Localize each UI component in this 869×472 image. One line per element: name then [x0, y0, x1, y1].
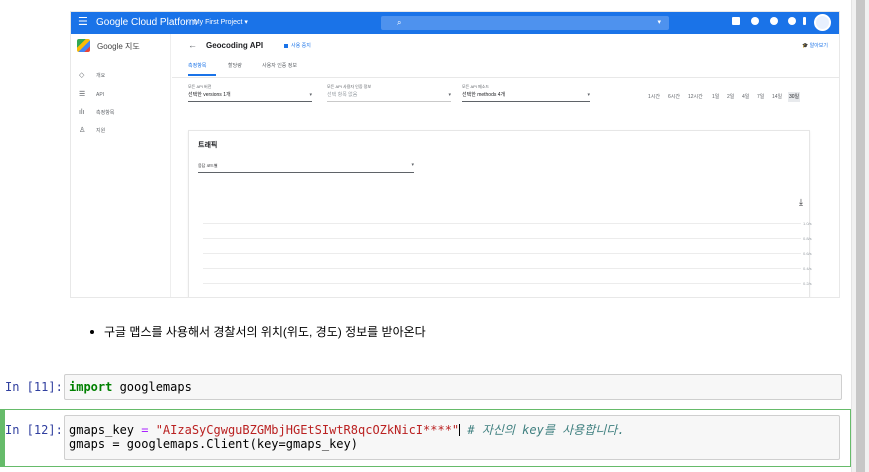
cloud-shell-icon[interactable] — [732, 17, 740, 25]
code-cell-11[interactable]: In [11]: import googlemaps — [0, 371, 851, 403]
more-vert-icon[interactable] — [803, 17, 806, 25]
tab-credentials[interactable]: 사용자 인증 정보 — [262, 62, 297, 70]
filter-api-methods[interactable]: 모든 API 메소드 선택한 methods 4개 ▾ — [462, 84, 590, 106]
gcp-content: ← Geocoding API 사용 중지 🎓 알아보기 측정항목 할당량 사용… — [172, 34, 839, 297]
overview-icon: ◇ — [79, 72, 85, 79]
select-underline — [198, 172, 414, 173]
filter-underline — [327, 101, 451, 102]
gcp-console-screenshot: ☰ Google Cloud Platform ⁘ My First Proje… — [70, 11, 840, 298]
grid-line — [203, 253, 801, 254]
project-name: My First Project — [193, 19, 243, 26]
sidebar-item-label: 측정항목 — [96, 110, 115, 116]
divider — [172, 77, 839, 78]
code-line: import googlemaps — [69, 381, 192, 394]
filter-underline — [188, 101, 312, 102]
learn-more-label: 알아보기 — [809, 43, 828, 49]
tab-metrics[interactable]: 측정항목 — [188, 62, 206, 70]
bullet-text: 구글 맵스를 사용해서 경찰서의 위치(위도, 경도) 정보를 받아온다 — [104, 325, 426, 339]
time-range-4d[interactable]: 4일 — [742, 92, 749, 102]
time-range-7d[interactable]: 7일 — [757, 92, 764, 102]
code-input-11[interactable]: import googlemaps — [64, 374, 842, 400]
dropdown-arrow-icon: ▾ — [587, 92, 590, 98]
bar-chart-icon: ılı — [79, 109, 85, 116]
filter-value: 선택한 methods 4개 — [462, 92, 506, 98]
select-value: 응답 코드별 — [198, 163, 218, 168]
download-icon[interactable]: ⤓ — [799, 197, 803, 207]
cell-prompt: In [11]: — [5, 380, 63, 394]
bullet-dot — [90, 330, 94, 334]
variable-name: gmaps_key — [69, 423, 142, 437]
time-range-6h[interactable]: 6시간 — [668, 92, 680, 102]
account-avatar[interactable] — [814, 14, 831, 31]
import-keyword: import — [69, 380, 113, 394]
page-title: Geocoding API — [206, 41, 264, 50]
project-selector[interactable]: ⁘ My First Project ▾ — [186, 18, 248, 28]
filter-api-version[interactable]: 모든 API 버전 선택한 versions 1개 ▾ — [188, 84, 312, 106]
sidebar-title: Google 지도 — [97, 42, 140, 51]
code-comment: # 자신의 key를 사용합니다. — [460, 423, 625, 437]
filter-value: 선택 항목 없음 — [327, 92, 358, 98]
cell-prompt: In [12]: — [5, 423, 63, 437]
sidebar-item-label: 개요 — [96, 73, 106, 79]
person-icon: ♙ — [79, 127, 86, 134]
grid-line — [203, 223, 801, 224]
filter-value: 선택한 versions 1개 — [188, 92, 231, 98]
active-tab-indicator — [188, 74, 216, 76]
gcp-search-bar[interactable]: ⌕ ▾ — [381, 16, 669, 30]
menu-icon[interactable]: ☰ — [78, 17, 88, 28]
search-icon: ⌕ — [397, 18, 402, 27]
disable-api-button[interactable]: 사용 중지 — [284, 42, 311, 50]
scrollbar-thumb[interactable] — [856, 0, 865, 472]
grid-line — [203, 238, 801, 239]
filter-credentials[interactable]: 모든 API 사용자 인증 정보 선택 항목 없음 ▾ — [327, 84, 451, 106]
help-icon[interactable] — [770, 17, 778, 25]
time-range-2d[interactable]: 2일 — [727, 92, 734, 102]
code-line: gmaps_key = "AIzaSyCgwguBZGMbjHGEtSIwtR8… — [69, 424, 625, 437]
traffic-chart-card: 트래픽 응답 코드별 ▾ ⤓ 1.0/s 0.8/s 0.6/s 0.4/s 0… — [188, 130, 812, 297]
page-scrollbar[interactable] — [851, 0, 869, 472]
time-range-1h[interactable]: 1시간 — [648, 92, 660, 102]
grid-line — [203, 268, 801, 269]
tab-quotas[interactable]: 할당량 — [228, 62, 242, 70]
time-range-30d[interactable]: 30일 — [788, 92, 801, 102]
code-cell-12[interactable]: In [12]: gmaps_key = "AIzaSyCgwguBZGMbjH… — [0, 409, 851, 467]
sidebar-item-label: API — [96, 92, 105, 98]
chat-icon[interactable] — [751, 17, 759, 25]
time-range-14d[interactable]: 14일 — [772, 92, 782, 102]
gcp-top-bar: ☰ Google Cloud Platform ⁘ My First Proje… — [71, 12, 839, 34]
notification-icon[interactable] — [788, 17, 796, 25]
traffic-title: 트래픽 — [198, 142, 218, 149]
back-arrow-icon[interactable]: ← — [188, 40, 197, 50]
code-input-12[interactable]: gmaps_key = "AIzaSyCgwguBZGMbjHGEtSIwtR8… — [64, 415, 840, 460]
gcp-brand: Google Cloud Platform — [96, 17, 198, 28]
dropdown-arrow-icon: ▾ — [309, 92, 312, 98]
time-range-1d[interactable]: 1일 — [712, 92, 719, 102]
learn-more-link[interactable]: 🎓 알아보기 — [802, 42, 828, 50]
filter-label: 모든 API 버전 — [188, 84, 212, 89]
dropdown-arrow-icon: ▾ — [448, 92, 451, 98]
module-name: googlemaps — [112, 380, 192, 394]
traffic-grouping-select[interactable]: 응답 코드별 ▾ — [198, 160, 414, 174]
google-maps-logo-icon — [77, 39, 90, 52]
api-key-string: "AIzaSyCgwguBZGMbjHGEtSIwtR8qcOZkNicI***… — [148, 423, 460, 437]
list-icon: ☰ — [79, 91, 86, 98]
grid-line — [203, 283, 801, 284]
y-tick-label: 0.2/s — [803, 281, 812, 286]
code-line: gmaps = googlemaps.Client(key=gmaps_key) — [69, 437, 358, 451]
filter-label: 모든 API 사용자 인증 정보 — [327, 84, 372, 89]
time-range-12h[interactable]: 12시간 — [688, 92, 703, 102]
dropdown-arrow-icon: ▾ — [411, 162, 414, 168]
gcp-sidebar: Google 지도 ◇ 개요 ☰ API ılı 측정항목 ♙ 지원 — [71, 34, 171, 297]
search-dropdown-icon: ▾ — [657, 19, 661, 26]
y-tick-label: 1.0/s — [803, 221, 812, 226]
sidebar-item-label: 지원 — [96, 128, 106, 134]
filter-label: 모든 API 메소드 — [462, 84, 490, 89]
y-tick-label: 0.8/s — [803, 236, 812, 241]
filter-underline — [462, 101, 590, 102]
y-tick-label: 0.4/s — [803, 266, 812, 271]
y-tick-label: 0.6/s — [803, 251, 812, 256]
